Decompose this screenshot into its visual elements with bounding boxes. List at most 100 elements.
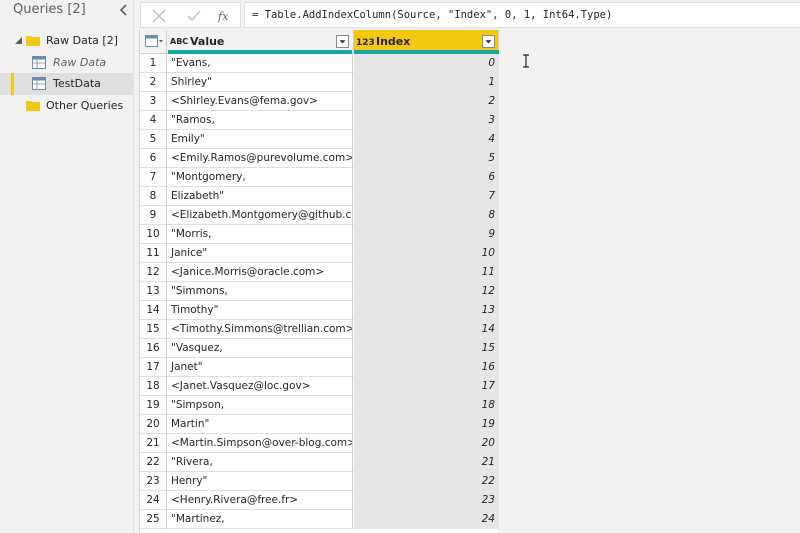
cell-value[interactable]: Timothy"	[168, 301, 353, 320]
row-number[interactable]: 20	[140, 415, 167, 434]
cell-index[interactable]: 19	[354, 415, 499, 434]
cell-value[interactable]: "Simpson,	[168, 396, 353, 415]
table-row[interactable]: 24 <Henry.Rivera@free.fr> 23	[140, 491, 499, 510]
dropdown-arrow-icon[interactable]	[336, 35, 349, 48]
row-number[interactable]: 8	[140, 187, 167, 206]
table-row[interactable]: 15 <Timothy.Simmons@trellian.com> 14	[140, 320, 499, 339]
row-number[interactable]: 25	[140, 510, 167, 529]
cell-index[interactable]: 8	[354, 206, 499, 225]
cell-value[interactable]: Shirley"	[168, 73, 353, 92]
cell-index[interactable]: 6	[354, 168, 499, 187]
row-number[interactable]: 7	[140, 168, 167, 187]
table-row[interactable]: 3 <Shirley.Evans@fema.gov> 2	[140, 92, 499, 111]
row-number[interactable]: 12	[140, 263, 167, 282]
cell-index[interactable]: 10	[354, 244, 499, 263]
row-number[interactable]: 9	[140, 206, 167, 225]
query-group-raw-data[interactable]: Raw Data [2]	[0, 30, 134, 52]
cell-index[interactable]: 0	[354, 54, 499, 73]
cell-index[interactable]: 14	[354, 320, 499, 339]
table-row[interactable]: 22 "Rivera, 21	[140, 453, 499, 472]
row-number[interactable]: 10	[140, 225, 167, 244]
table-row[interactable]: 16 "Vasquez, 15	[140, 339, 499, 358]
row-number[interactable]: 23	[140, 472, 167, 491]
table-row[interactable]: 10 "Morris, 9	[140, 225, 499, 244]
table-row[interactable]: 9<Elizabeth.Montgomery@github.com>8	[140, 206, 499, 225]
row-number[interactable]: 3	[140, 92, 167, 111]
table-icon[interactable]	[145, 35, 163, 48]
dropdown-arrow-icon[interactable]	[482, 35, 495, 48]
cell-index[interactable]: 5	[354, 149, 499, 168]
cell-value[interactable]: <Shirley.Evans@fema.gov>	[168, 92, 353, 111]
column-type-icon[interactable]: 123	[356, 35, 374, 49]
expand-triangle-icon[interactable]	[14, 36, 23, 45]
cell-index[interactable]: 1	[354, 73, 499, 92]
row-number[interactable]: 19	[140, 396, 167, 415]
table-row[interactable]: 12 <Janice.Morris@oracle.com> 11	[140, 263, 499, 282]
cell-value[interactable]: Janet"	[168, 358, 353, 377]
row-number[interactable]: 1	[140, 54, 167, 73]
row-number[interactable]: 11	[140, 244, 167, 263]
cell-index[interactable]: 17	[354, 377, 499, 396]
cell-index[interactable]: 12	[354, 282, 499, 301]
cell-value[interactable]: "Ramos,	[168, 111, 353, 130]
table-row[interactable]: 8 Elizabeth" 7	[140, 187, 499, 206]
table-row[interactable]: 5 Emily" 4	[140, 130, 499, 149]
table-row[interactable]: 13 "Simmons, 12	[140, 282, 499, 301]
cell-value[interactable]: <Janet.Vasquez@loc.gov>	[168, 377, 353, 396]
cell-value[interactable]: Janice"	[168, 244, 353, 263]
table-row[interactable]: 1 "Evans, 0	[140, 54, 499, 73]
table-row[interactable]: 14 Timothy" 13	[140, 301, 499, 320]
cancel-x-icon[interactable]	[150, 7, 168, 25]
cell-index[interactable]: 18	[354, 396, 499, 415]
check-icon[interactable]	[185, 7, 203, 25]
cell-value[interactable]: Martin"	[168, 415, 353, 434]
formula-input[interactable]: = Table.AddIndexColumn(Source, "Index", …	[244, 2, 800, 28]
cell-value[interactable]: "Morris,	[168, 225, 353, 244]
table-row[interactable]: 20 Martin" 19	[140, 415, 499, 434]
cell-value[interactable]: <Emily.Ramos@purevolume.com>	[168, 149, 353, 168]
cell-index[interactable]: 15	[354, 339, 499, 358]
cell-index[interactable]: 4	[354, 130, 499, 149]
cell-value[interactable]: Elizabeth"	[168, 187, 353, 206]
chevron-left-icon[interactable]	[117, 3, 131, 17]
table-row[interactable]: 2 Shirley" 1	[140, 73, 499, 92]
query-item-testdata[interactable]: TestData	[0, 73, 134, 95]
table-row[interactable]: 17 Janet" 16	[140, 358, 499, 377]
cell-index[interactable]: 21	[354, 453, 499, 472]
table-row[interactable]: 4 "Ramos, 3	[140, 111, 499, 130]
cell-value[interactable]: "Montgomery,	[168, 168, 353, 187]
table-row[interactable]: 23 Henry" 22	[140, 472, 499, 491]
row-number[interactable]: 22	[140, 453, 167, 472]
cell-index[interactable]: 23	[354, 491, 499, 510]
table-row[interactable]: 6 <Emily.Ramos@purevolume.com> 5	[140, 149, 499, 168]
row-number[interactable]: 2	[140, 73, 167, 92]
cell-value[interactable]: "Martinez,	[168, 510, 353, 529]
row-number[interactable]: 4	[140, 111, 167, 130]
row-number[interactable]: 5	[140, 130, 167, 149]
table-menu-button[interactable]	[140, 30, 167, 54]
cell-value[interactable]: "Vasquez,	[168, 339, 353, 358]
row-number[interactable]: 14	[140, 301, 167, 320]
row-number[interactable]: 6	[140, 149, 167, 168]
cell-index[interactable]: 11	[354, 263, 499, 282]
cell-index[interactable]: 22	[354, 472, 499, 491]
column-type-icon[interactable]: ABC	[170, 35, 188, 49]
cell-index[interactable]: 3	[354, 111, 499, 130]
query-item-raw-data[interactable]: Raw Data	[0, 52, 134, 74]
cell-value[interactable]: <Henry.Rivera@free.fr>	[168, 491, 353, 510]
cell-index[interactable]: 20	[354, 434, 499, 453]
table-row[interactable]: 19 "Simpson, 18	[140, 396, 499, 415]
cell-value[interactable]: "Simmons,	[168, 282, 353, 301]
query-group-other-queries[interactable]: Other Queries	[0, 95, 134, 117]
cell-value[interactable]: <Elizabeth.Montgomery@github.com>	[168, 206, 353, 225]
row-number[interactable]: 18	[140, 377, 167, 396]
table-row[interactable]: 11 Janice" 10	[140, 244, 499, 263]
row-number[interactable]: 16	[140, 339, 167, 358]
cell-value[interactable]: "Evans,	[168, 54, 353, 73]
row-number[interactable]: 21	[140, 434, 167, 453]
cell-value[interactable]: "Rivera,	[168, 453, 353, 472]
cell-index[interactable]: 2	[354, 92, 499, 111]
row-number[interactable]: 15	[140, 320, 167, 339]
fx-icon[interactable]: fx	[216, 7, 234, 25]
cell-value[interactable]: <Timothy.Simmons@trellian.com>	[168, 320, 353, 339]
